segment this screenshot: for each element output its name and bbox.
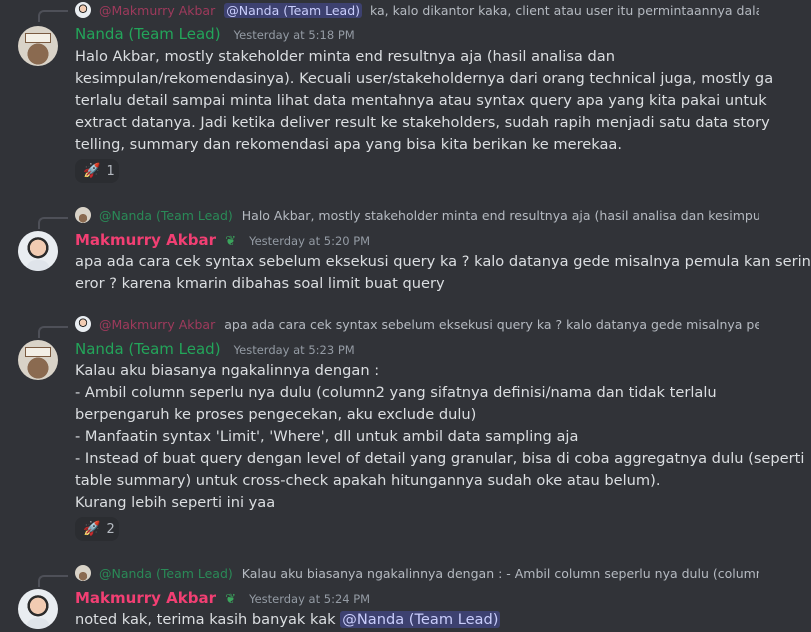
message-line: - Instead of buat query dengan level of … — [75, 450, 805, 467]
message-line: terlalu detail sampai minta lihat data m… — [75, 92, 767, 109]
message-header: Makmurry Akbar ❦ Yesterday at 5:20 PM — [75, 229, 370, 251]
reply-mention[interactable]: @Nanda (Team Lead) — [224, 3, 363, 18]
message-line: kesimpulan/rekomendasinya). Kecuali user… — [75, 70, 774, 87]
reaction-count: 1 — [106, 163, 115, 179]
chat-message-list: @Makmurry Akbar @Nanda (Team Lead) ka, k… — [0, 0, 811, 632]
username[interactable]: Makmurry Akbar — [75, 231, 216, 249]
message-text: noted kak, terima kasih banyak kak — [75, 611, 336, 628]
reply-connector — [38, 575, 68, 587]
reply-avatar — [75, 565, 91, 581]
reply-preview[interactable]: @Nanda (Team Lead) Kalau aku biasanya ng… — [75, 565, 759, 583]
timestamp[interactable]: Yesterday at 5:20 PM — [249, 234, 370, 248]
message-content: noted kak, terima kasih banyak kak @Nand… — [75, 609, 789, 631]
avatar[interactable] — [18, 231, 58, 271]
user-mention[interactable]: @Nanda (Team Lead) — [340, 611, 501, 628]
reaction-count: 2 — [106, 521, 115, 537]
reaction-rocket[interactable]: 🚀 2 — [75, 517, 119, 541]
message-line: berpengaruh ke proses pengecekan, aku ex… — [75, 406, 477, 423]
message-line: apa ada cara cek syntax sebelum eksekusi… — [75, 253, 811, 270]
avatar[interactable] — [18, 589, 58, 629]
message-line: eror ? karena kmarin dibahas soal limit … — [75, 275, 445, 292]
timestamp[interactable]: Yesterday at 5:24 PM — [249, 592, 370, 606]
reply-preview[interactable]: @Makmurry Akbar apa ada cara cek syntax … — [75, 316, 759, 334]
message-line: telling, summary dan rekomendasi apa yan… — [75, 136, 622, 153]
avatar[interactable] — [18, 26, 58, 66]
rocket-icon: 🚀 — [83, 521, 101, 537]
reply-avatar — [75, 207, 91, 223]
username[interactable]: Nanda (Team Lead) — [75, 25, 221, 43]
message-line: - Ambil column seperlu nya dulu (column2… — [75, 384, 717, 401]
message-header: Nanda (Team Lead) Yesterday at 5:18 PM — [75, 23, 355, 45]
reply-preview[interactable]: @Makmurry Akbar @Nanda (Team Lead) ka, k… — [75, 2, 759, 20]
reply-avatar — [75, 316, 91, 332]
reply-author[interactable]: @Makmurry Akbar — [99, 3, 215, 18]
message-line: Kalau aku biasanya ngakalinnya dengan : — [75, 362, 380, 379]
username[interactable]: Nanda (Team Lead) — [75, 340, 221, 358]
reply-text: apa ada cara cek syntax sebelum eksekusi… — [224, 317, 759, 332]
reply-text: Halo Akbar, mostly stakeholder minta end… — [241, 208, 759, 223]
message-content: apa ada cara cek syntax sebelum eksekusi… — [75, 251, 811, 295]
reply-avatar — [75, 2, 91, 18]
reply-author[interactable]: @Nanda (Team Lead) — [99, 566, 233, 581]
message-header: Nanda (Team Lead) Yesterday at 5:23 PM — [75, 338, 355, 360]
message-content: Kalau aku biasanya ngakalinnya dengan : … — [75, 360, 805, 514]
message-line: Kurang lebih seperti ini yaa — [75, 494, 276, 511]
timestamp[interactable]: Yesterday at 5:23 PM — [234, 343, 355, 357]
message-line: noted kak, terima kasih banyak kak @Nand… — [75, 609, 789, 631]
reply-preview[interactable]: @Nanda (Team Lead) Halo Akbar, mostly st… — [75, 207, 759, 225]
reply-connector — [38, 217, 68, 229]
avatar[interactable] — [18, 340, 58, 380]
rocket-icon: 🚀 — [83, 163, 101, 179]
message-line: - Manfaatin syntax 'Limit', 'Where', dll… — [75, 428, 579, 445]
username[interactable]: Makmurry Akbar — [75, 589, 216, 607]
message-content: Halo Akbar, mostly stakeholder minta end… — [75, 46, 789, 156]
reply-connector — [38, 10, 68, 22]
message-line: table summary) untuk cross-check apakah … — [75, 472, 661, 489]
sprout-icon: ❦ — [225, 234, 236, 249]
reply-author[interactable]: @Makmurry Akbar — [99, 317, 215, 332]
reply-connector — [38, 326, 68, 338]
message-line: extract datanya. Jadi ketika deliver res… — [75, 114, 770, 131]
message-line: Halo Akbar, mostly stakeholder minta end… — [75, 48, 615, 65]
reply-author[interactable]: @Nanda (Team Lead) — [99, 208, 233, 223]
reply-text: ka, kalo dikantor kaka, client atau user… — [370, 3, 759, 18]
reaction-rocket[interactable]: 🚀 1 — [75, 159, 119, 183]
timestamp[interactable]: Yesterday at 5:18 PM — [234, 28, 355, 42]
message-header: Makmurry Akbar ❦ Yesterday at 5:24 PM — [75, 587, 370, 609]
sprout-icon: ❦ — [225, 592, 236, 607]
reply-text: Kalau aku biasanya ngakalinnya dengan : … — [241, 566, 759, 581]
